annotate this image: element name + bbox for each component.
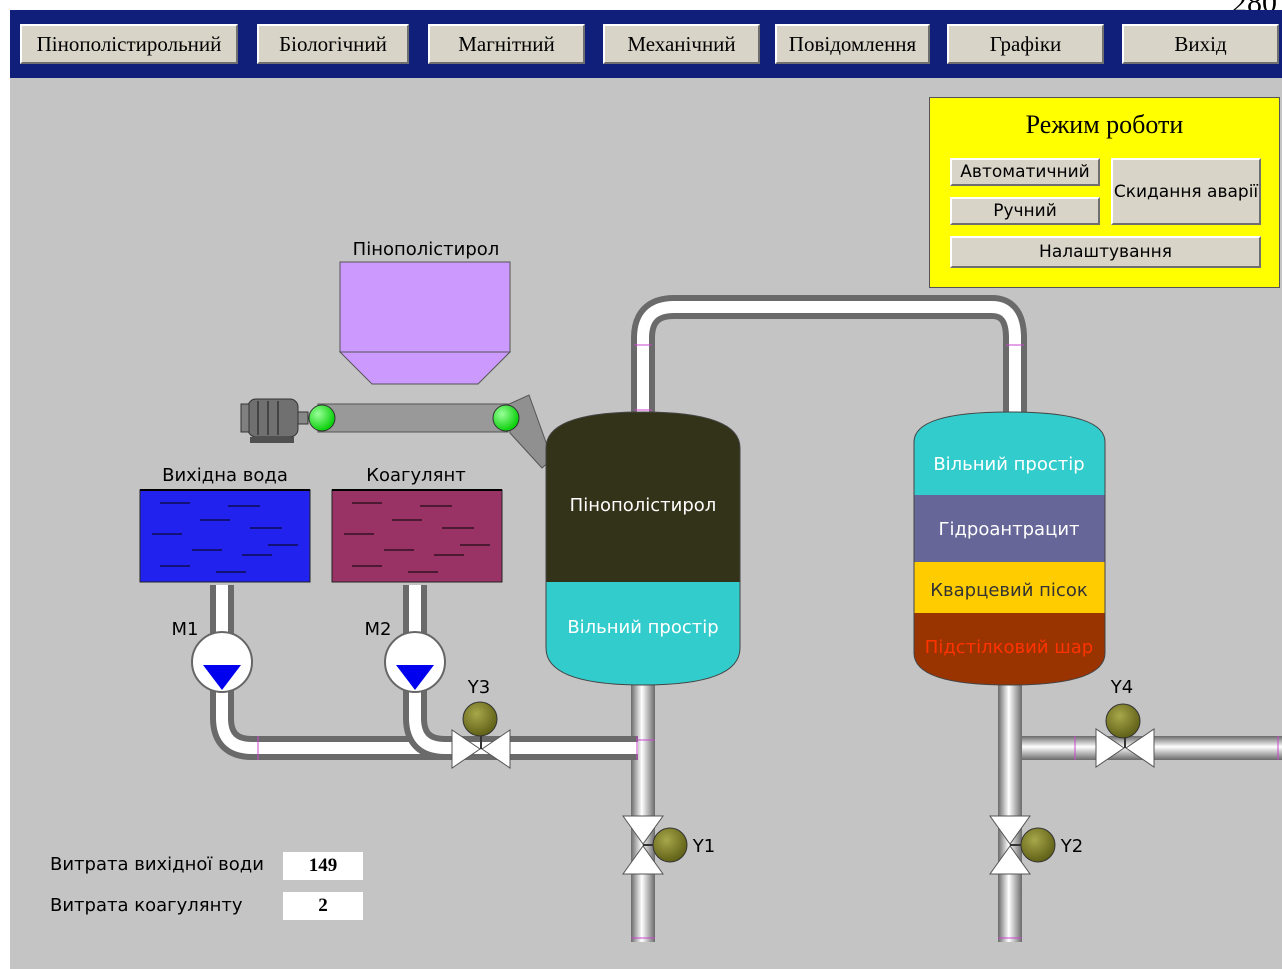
valve-y1-actuator-icon xyxy=(652,827,688,863)
coagulant-flow-label: Витрата коагулянту xyxy=(50,895,243,916)
overflow-pipe xyxy=(631,295,1027,415)
valve-y1-label: Y1 xyxy=(692,836,715,857)
raw-water-label: Вихідна вода xyxy=(162,465,288,486)
coagulant-tank: Коагулянт xyxy=(331,465,503,583)
coagulant-flow-value: 2 xyxy=(283,892,363,920)
raw-water-tank: Вихідна вода xyxy=(139,465,311,583)
filter-layer-support: Підстілковий шар xyxy=(925,637,1093,658)
valve-y3-label: Y3 xyxy=(467,677,490,698)
reactor-top-label: Пінополістирол xyxy=(570,495,717,516)
raw-water-flow-label: Витрата вихідної води xyxy=(50,854,264,875)
valve-y4-label: Y4 xyxy=(1110,677,1133,698)
coagulant-label: Коагулянт xyxy=(366,465,466,486)
polystyrene-hopper: Пінополістирол xyxy=(338,239,512,385)
manual-mode-button[interactable]: Ручний xyxy=(950,197,1100,225)
conveyor-motor-icon xyxy=(240,398,309,443)
scada-screen: Пінополістирольний Біологічний Магнітний… xyxy=(10,10,1282,969)
filter-layer-quartz-sand: Кварцевий пісок xyxy=(930,580,1088,601)
valve-y2-label: Y2 xyxy=(1060,836,1083,857)
pump-m2-label: M2 xyxy=(365,619,392,640)
operation-mode-title: Режим роботи xyxy=(1025,110,1184,139)
auto-mode-button[interactable]: Автоматичний xyxy=(950,158,1100,186)
screw-conveyor xyxy=(240,394,553,469)
filter-layer-hydroanthracite: Гідроантрацит xyxy=(938,519,1079,540)
raw-water-flow-value: 149 xyxy=(283,852,363,880)
filter-layer-free-space: Вільний простір xyxy=(933,454,1084,475)
polystyrene-reactor: Пінополістирол Вільний простір xyxy=(545,411,741,686)
operation-mode-panel: Режим роботи Автоматичний Ручний Скиданн… xyxy=(929,97,1280,288)
conveyor-roller-left xyxy=(308,404,336,432)
settings-button[interactable]: Налаштування xyxy=(950,236,1261,268)
valve-y3-actuator-icon xyxy=(462,701,498,737)
reactor-outlet-pipe xyxy=(631,680,655,942)
valve-y4-actuator-icon xyxy=(1105,703,1141,739)
pump-m1-label: M1 xyxy=(172,619,199,640)
hopper-label: Пінополістирол xyxy=(353,239,500,260)
sand-filter: Вільний простір Гідроантрацит Кварцевий … xyxy=(913,411,1106,686)
valve-y2-actuator-icon xyxy=(1020,827,1056,863)
reset-alarm-button[interactable]: Скидання аварії xyxy=(1111,158,1261,225)
reactor-bottom-label: Вільний простір xyxy=(567,617,718,638)
conveyor-roller-right xyxy=(492,404,520,432)
filter-outlet-pipe xyxy=(998,680,1022,942)
